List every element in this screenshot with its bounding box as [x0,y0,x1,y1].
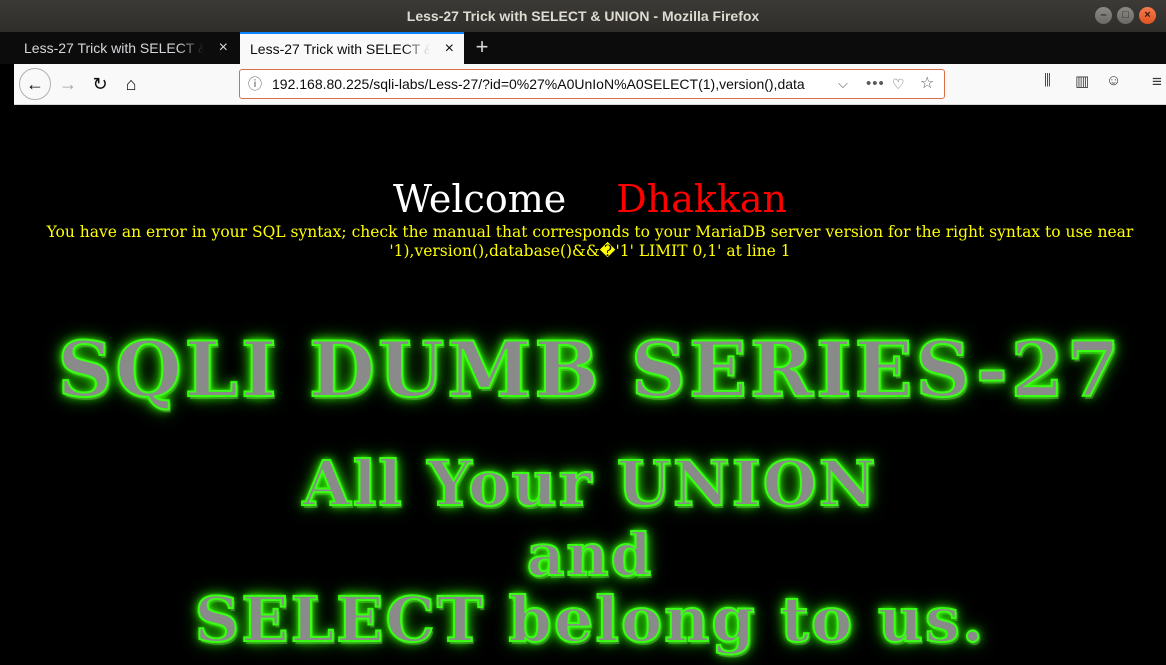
forward-button[interactable]: → [54,70,82,98]
tab-close-icon[interactable]: × [445,34,454,64]
sql-error-line-1: You have an error in your SQL syntax; ch… [46,223,1134,241]
home-button[interactable]: ⌂ [117,70,145,98]
page-content: Welcome Dhakkan You have an error in your… [14,105,1166,665]
url-bar[interactable]: ⓘ 192.168.80.225/sqli-labs/Less-27/?id=0… [239,69,945,99]
slogan-line-1: All Your UNION [302,446,878,521]
navigation-toolbar: ← → ↻ ⌂ ⓘ 192.168.80.225/sqli-labs/Less-… [14,64,1166,105]
tab-close-icon[interactable]: × [219,32,228,64]
bookmark-star-icon[interactable]: ☆ [920,70,934,98]
maximize-button[interactable]: □ [1117,7,1134,24]
info-icon[interactable]: ⓘ [248,70,262,98]
new-tab-button[interactable]: + [470,32,494,64]
tab-less27-first[interactable]: Less-27 Trick with SELECT & UNION × [14,32,238,64]
series-title-banner: SQLI DUMB SERIES-27 [57,324,1123,415]
url-input[interactable]: 192.168.80.225/sqli-labs/Less-27/?id=0%2… [272,70,834,98]
account-icon[interactable]: ☺ [1106,72,1121,89]
welcome-text: Welcome [392,177,567,221]
tab-label: Less-27 Trick with SELECT & UNION [24,40,204,56]
url-dropdown-icon[interactable]: ⌵ [838,70,848,98]
window-titlebar: Less-27 Trick with SELECT & UNION - Mozi… [0,0,1166,32]
username-text: Dhakkan [616,177,788,221]
close-window-button[interactable]: × [1139,7,1156,24]
sql-error-message: You have an error in your SQL syntax; ch… [24,223,1156,261]
window-controls: – □ × [1095,7,1156,24]
tab-less27-active[interactable]: Less-27 Trick with SELECT & UNION × [240,32,464,64]
slogan-line-2: and [526,520,654,590]
reload-button[interactable]: ↻ [86,70,114,98]
page-actions-icon[interactable]: ••• [866,70,885,98]
slogan-line-3: SELECT belong to us. [194,582,986,657]
sql-error-line-2: '1),version(),database()&&�'1' LIMIT 0,1… [389,242,791,260]
minimize-button[interactable]: – [1095,7,1112,24]
back-button[interactable]: ← [19,68,51,100]
tab-label: Less-27 Trick with SELECT & UNION [250,41,430,57]
library-icon[interactable]: ⫼ [1044,72,1051,89]
pocket-icon[interactable]: ♡ [892,70,905,98]
welcome-line: Welcome Dhakkan [14,177,1166,221]
sidebar-icon[interactable]: ▥ [1075,72,1089,90]
hamburger-menu-icon[interactable]: ≡ [1152,72,1162,92]
tab-strip: Less-27 Trick with SELECT & UNION × Less… [0,32,1166,64]
window-title: Less-27 Trick with SELECT & UNION - Mozi… [406,8,760,24]
